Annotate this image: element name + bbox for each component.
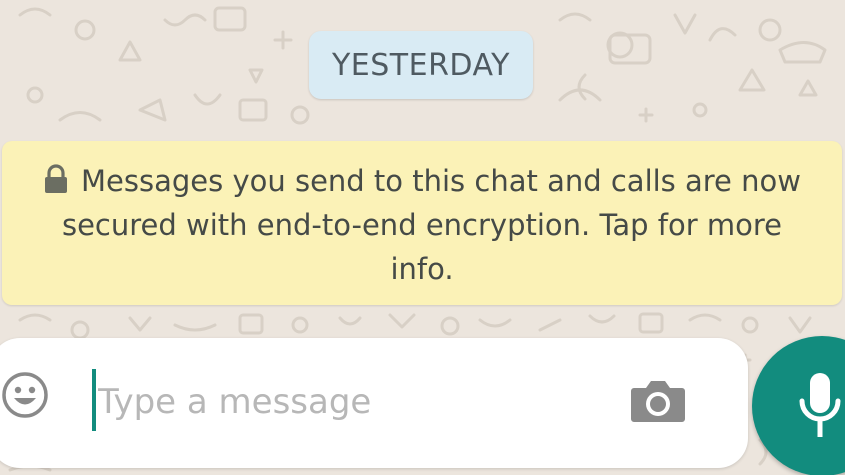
camera-icon[interactable] [630,376,686,424]
date-separator-label: YESTERDAY [331,47,511,83]
text-cursor [92,369,96,431]
chat-screen: YESTERDAY Messages you send to this chat… [0,0,845,475]
encryption-notice-text: Messages you send to this chat and calls… [61,164,801,286]
microphone-icon [799,373,841,437]
date-separator: YESTERDAY [309,31,533,99]
message-composer [0,338,748,468]
smiley-icon[interactable] [1,371,49,419]
encryption-notice[interactable]: Messages you send to this chat and calls… [2,141,842,305]
lock-icon [45,164,68,193]
message-input[interactable] [98,376,598,428]
